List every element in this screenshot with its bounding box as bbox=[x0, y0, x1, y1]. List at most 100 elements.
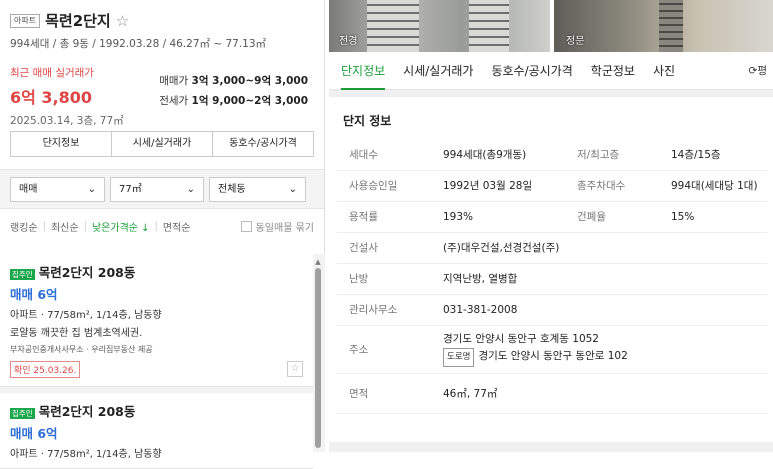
list-item[interactable]: 집주인 목련2단지 208동 매매 6억 아파트 · 77/58m², 1/14층… bbox=[0, 393, 313, 469]
row-key: 관리사무소 bbox=[337, 294, 437, 326]
table-row: 면적 46㎡, 77㎡ bbox=[337, 373, 767, 414]
section-title: 단지 정보 bbox=[343, 114, 392, 128]
group-same-listings-checkbox[interactable]: 동일매물 묶기 bbox=[240, 219, 314, 234]
row-value: 1992년 03월 28일 bbox=[437, 170, 571, 202]
owner-tag: 집주인 bbox=[10, 408, 35, 419]
area-select[interactable]: 77㎡ ⌄ bbox=[110, 177, 204, 202]
sort-area[interactable]: 면적순 bbox=[163, 219, 191, 234]
complex-name: 목련2단지 bbox=[45, 12, 111, 30]
divider: | bbox=[154, 220, 158, 232]
sort-lowest-price[interactable]: 낮은가격순 ↓ bbox=[92, 219, 150, 234]
row-key: 총주차대수 bbox=[571, 170, 665, 202]
row-key: 면적 bbox=[337, 373, 437, 414]
listing-price: 매매 6억 bbox=[10, 287, 58, 302]
sale-range-label: 매매가 bbox=[159, 75, 189, 87]
photo-exterior[interactable]: 전경 bbox=[329, 0, 550, 52]
road-name-tag: 도로명 bbox=[443, 348, 475, 367]
scrollbar-thumb[interactable] bbox=[315, 268, 321, 448]
listing-price: 매매 6억 bbox=[10, 426, 58, 441]
row-value: (주)대우건설,선경건설(주) bbox=[437, 232, 767, 264]
table-row: 주소 경기도 안양시 동안구 호계동 1052 도로명 경기도 안양시 동안구 동… bbox=[337, 325, 767, 374]
property-type-badge: 아파트 bbox=[10, 13, 41, 28]
row-value: 994대(세대당 1대) bbox=[665, 170, 767, 202]
building-image bbox=[469, 0, 509, 52]
scrollbar[interactable]: ▲ bbox=[315, 258, 321, 452]
favorite-star-icon[interactable]: ☆ bbox=[287, 361, 303, 377]
dong-value: 전체동 bbox=[218, 184, 246, 195]
row-key: 세대수 bbox=[337, 139, 437, 171]
photo-label: 정문 bbox=[566, 36, 585, 47]
lot-address: 경기도 안양시 동안구 호계동 1052 bbox=[443, 333, 599, 345]
listing-name: 목련2단지 208동 bbox=[38, 404, 136, 419]
chevron-down-icon: ⌄ bbox=[87, 184, 96, 195]
unit-toggle-label: 평 bbox=[757, 65, 767, 77]
listing-name: 목련2단지 208동 bbox=[38, 265, 136, 280]
tab-photos[interactable]: 사진 bbox=[653, 52, 675, 90]
tab-complex-info[interactable]: 단지정보 bbox=[341, 52, 386, 90]
listing-source: 부자공인중개사사무소 · 우리집부동산 제공 bbox=[10, 345, 153, 354]
right-panel: 전경 정문 단지정보 시세/실거래가 동호수/공시가격 학군정보 사진 ⟳평 단… bbox=[329, 0, 773, 452]
price-history-button[interactable]: 시세/실거래가 bbox=[112, 132, 213, 156]
complex-nav-buttons: 단지정보 시세/실거래가 동호수/공시가격 bbox=[10, 131, 314, 157]
row-key: 건폐율 bbox=[571, 201, 665, 233]
gate-image bbox=[659, 0, 683, 52]
complex-header: 아파트 목련2단지 ☆ 994세대 / 총 9동 / 1992.03.28 / … bbox=[0, 0, 324, 127]
row-key: 건설사 bbox=[337, 232, 437, 264]
jeonse-range-label: 전세가 bbox=[159, 95, 189, 107]
row-key: 용적률 bbox=[337, 201, 437, 233]
photo-label: 전경 bbox=[339, 36, 358, 47]
row-value: 14층/15층 bbox=[665, 139, 767, 171]
jeonse-range-value: 1억 9,000~2억 3,000 bbox=[191, 95, 308, 107]
group-same-listings-label: 동일매물 묶기 bbox=[255, 222, 314, 234]
table-row: 세대수 994세대(총9개동) 저/최고층 14층/15층 bbox=[337, 139, 767, 171]
divider: | bbox=[83, 220, 87, 232]
complex-summary: 994세대 / 총 9동 / 1992.03.28 / 46.27㎡ ~ 77.… bbox=[10, 38, 267, 50]
tab-school[interactable]: 학군정보 bbox=[591, 52, 635, 90]
table-row: 난방 지역난방, 열병합 bbox=[337, 263, 767, 295]
sort-bar: 랭킹순 | 최신순 | 낮은가격순 ↓ | 면적순 동일매물 묶기 bbox=[0, 209, 324, 243]
price-ranges: 매매가 3억 3,000~9억 3,000 전세가 1억 9,000~2억 3,… bbox=[159, 71, 308, 111]
row-value: 46㎡, 77㎡ bbox=[437, 373, 767, 414]
row-value: 지역난방, 열병합 bbox=[437, 263, 767, 295]
row-key: 주소 bbox=[337, 325, 437, 374]
unit-price-button[interactable]: 동호수/공시가격 bbox=[213, 132, 313, 156]
confirm-date-badge: 확인 25.03.26. bbox=[10, 361, 81, 378]
listing-spec: 아파트 · 77/58m², 1/14층, 남동향 bbox=[10, 449, 162, 460]
sort-ranking[interactable]: 랭킹순 bbox=[10, 219, 38, 234]
unit-toggle-button[interactable]: ⟳평 bbox=[749, 63, 767, 78]
table-row: 용적률 193% 건폐율 15% bbox=[337, 201, 767, 233]
refresh-icon: ⟳ bbox=[748, 65, 758, 77]
chevron-down-icon: ⌄ bbox=[186, 184, 195, 195]
address-value: 경기도 안양시 동안구 호계동 1052 도로명 경기도 안양시 동안구 동안로 … bbox=[437, 325, 767, 374]
info-table: 세대수 994세대(총9개동) 저/최고층 14층/15층 사용승인일 1992… bbox=[337, 139, 767, 414]
row-key: 난방 bbox=[337, 263, 437, 295]
list-item[interactable]: 집주인 목련2단지 208동 매매 6억 아파트 · 77/58m², 1/14층… bbox=[0, 254, 313, 387]
row-key: 사용승인일 bbox=[337, 170, 437, 202]
detail-tabs: 단지정보 시세/실거래가 동호수/공시가격 학군정보 사진 ⟳평 bbox=[329, 52, 773, 90]
favorite-star-icon[interactable]: ☆ bbox=[116, 12, 129, 30]
recent-price-date: 2025.03.14, 3층, 77㎡ bbox=[10, 115, 124, 127]
area-value: 77㎡ bbox=[119, 184, 142, 195]
complex-info-button[interactable]: 단지정보 bbox=[11, 132, 112, 156]
table-row: 사용승인일 1992년 03월 28일 총주차대수 994대(세대당 1대) bbox=[337, 170, 767, 202]
owner-tag: 집주인 bbox=[10, 269, 35, 280]
tab-unit-price[interactable]: 동호수/공시가격 bbox=[491, 52, 572, 90]
chevron-down-icon: ⌄ bbox=[288, 184, 297, 195]
row-value: 15% bbox=[665, 201, 767, 233]
row-value: 031-381-2008 bbox=[437, 294, 767, 326]
table-row: 관리사무소 031-381-2008 bbox=[337, 294, 767, 326]
table-row: 건설사 (주)대우건설,선경건설(주) bbox=[337, 232, 767, 264]
photo-gate[interactable]: 정문 bbox=[554, 0, 773, 52]
sort-latest[interactable]: 최신순 bbox=[51, 219, 79, 234]
listing-spec: 아파트 · 77/58m², 1/14층, 남동향 bbox=[10, 310, 162, 321]
building-image bbox=[367, 0, 419, 52]
dong-select[interactable]: 전체동 ⌄ bbox=[209, 177, 306, 202]
row-key: 저/최고층 bbox=[571, 139, 665, 171]
filter-bar: 매매 ⌄ 77㎡ ⌄ 전체동 ⌄ bbox=[0, 169, 324, 209]
trade-type-select[interactable]: 매매 ⌄ bbox=[10, 177, 105, 202]
scroll-up-icon[interactable]: ▲ bbox=[315, 258, 321, 266]
listing-list: 집주인 목련2단지 208동 매매 6억 아파트 · 77/58m², 1/14층… bbox=[0, 254, 325, 469]
checkbox-icon bbox=[240, 220, 252, 232]
trade-type-value: 매매 bbox=[19, 184, 38, 195]
tab-price-history[interactable]: 시세/실거래가 bbox=[403, 52, 473, 90]
